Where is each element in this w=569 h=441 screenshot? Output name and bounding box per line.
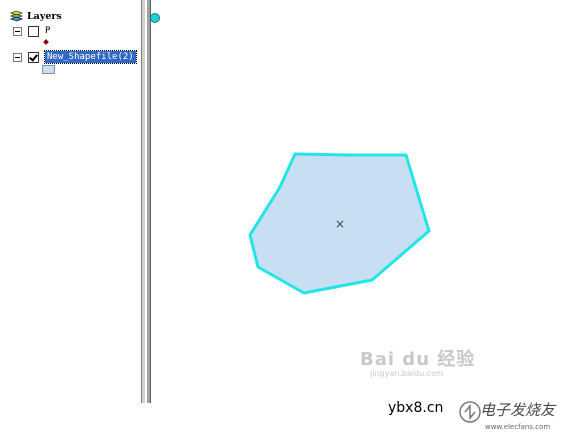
layer-row-p[interactable]: P xyxy=(13,24,50,38)
elecfans-logo-text: 电子发烧友 xyxy=(480,401,556,419)
layers-stack-icon xyxy=(10,10,23,22)
elecfans-logo-url: www.elecfans.com xyxy=(485,423,551,431)
layer-label-new-shapefile[interactable]: New_Shapefile(2) xyxy=(44,50,137,64)
table-of-contents: Layers P New_Shapefile(2) xyxy=(0,0,141,403)
layers-root-label: Layers xyxy=(27,10,62,22)
baidu-watermark: Bai du 经验 jingyan.baidu.com xyxy=(360,345,475,378)
collapse-toggle-icon[interactable] xyxy=(13,26,22,36)
polygon-symbol-icon xyxy=(42,65,55,74)
layer-row-new-shapefile[interactable]: New_Shapefile(2) xyxy=(13,50,137,64)
centroid-marker-icon: × xyxy=(335,217,345,231)
point-symbol-icon xyxy=(43,39,49,45)
layer-label-p[interactable]: P xyxy=(45,25,50,37)
layer-visibility-checkbox-new-shapefile[interactable] xyxy=(28,51,39,63)
layer-visibility-checkbox-p[interactable] xyxy=(28,25,39,37)
collapse-toggle-icon[interactable] xyxy=(13,52,22,62)
layers-root-row[interactable]: Layers xyxy=(10,9,62,23)
splitter-shadow[interactable] xyxy=(147,0,151,403)
site-watermark: ybx8.cn xyxy=(388,400,444,416)
baidu-watermark-text: Bai du 经验 xyxy=(360,349,476,370)
